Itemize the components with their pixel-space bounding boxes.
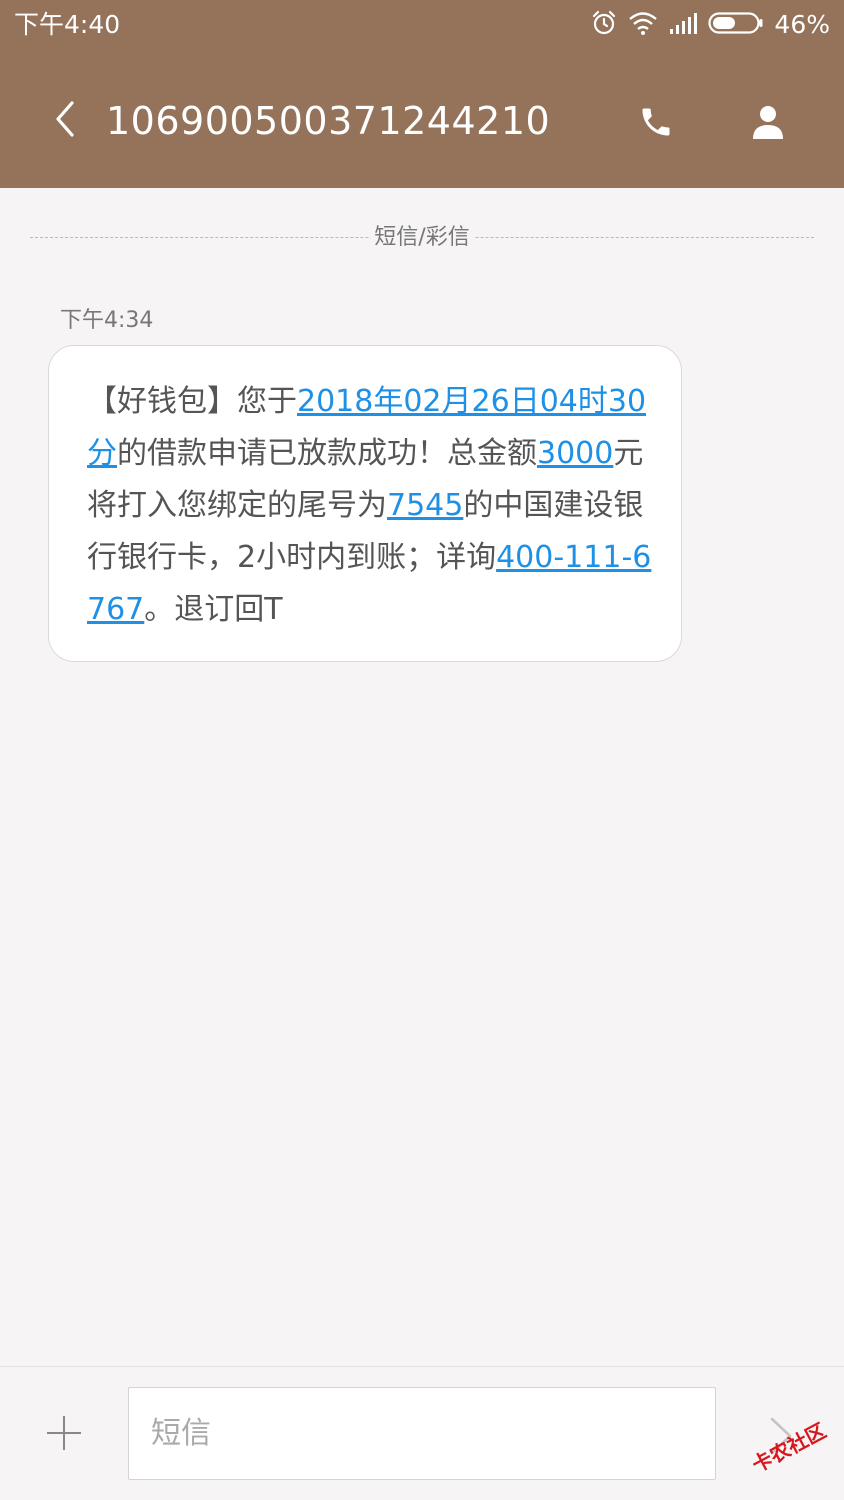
divider-label: 短信/彩信 [370,224,474,252]
status-time: 下午4:40 [14,10,121,39]
attach-button[interactable] [42,1411,86,1455]
battery-percent: 46% [774,10,830,39]
battery-icon [708,11,764,39]
message-timestamp: 下午4:34 [60,308,154,333]
call-button[interactable] [632,98,680,146]
back-button[interactable] [42,96,88,142]
sms-thread-screen: 下午4:40 46% 106900500371244210 短信/彩信 下午4:… [0,0,844,1500]
sms-input[interactable] [128,1387,716,1480]
contact-button[interactable] [744,98,792,146]
alarm-icon [590,9,618,41]
message-text: 。退订回T [144,592,283,627]
status-icons: 46% [590,8,830,42]
back-arrow-icon [56,101,74,137]
conversation-header: 106900500371244210 [0,50,844,188]
card-number-link[interactable]: 7545 [387,488,463,523]
contact-icon [753,106,783,139]
composer-bar [0,1366,844,1500]
watermark-text: 卡农社区 [747,1417,830,1477]
phone-icon [642,108,670,136]
status-bar: 下午4:40 46% [0,0,844,50]
message-text: 【好钱包】您于 [87,384,297,419]
message-type-divider: 短信/彩信 [30,222,814,254]
plus-icon-stroke [63,1416,65,1450]
message-body: 【好钱包】您于2018年02月26日04时30分的借款申请已放款成功！总金额30… [87,376,653,636]
message-bubble[interactable]: 【好钱包】您于2018年02月26日04时30分的借款申请已放款成功！总金额30… [48,345,682,662]
signal-icon [668,11,698,39]
wifi-icon [628,10,658,40]
amount-link[interactable]: 3000 [537,436,613,471]
message-text: 的借款申请已放款成功！总金额 [117,436,537,471]
sender-number: 106900500371244210 [106,99,551,143]
